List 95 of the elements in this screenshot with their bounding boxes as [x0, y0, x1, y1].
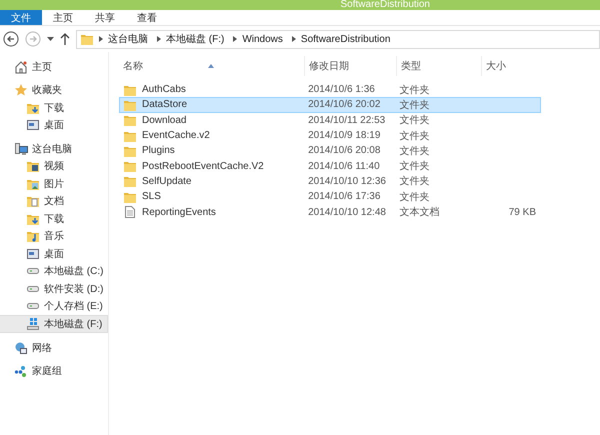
modified-date: 2014/10/9 18:19: [308, 130, 380, 142]
sidebar-item[interactable]: 软件安装 (D:): [0, 280, 108, 298]
file-name: ReportingEvents: [142, 206, 216, 218]
file-row[interactable]: AuthCabs 2014/10/6 1:36 文件夹: [119, 82, 541, 98]
file-name: Plugins: [142, 145, 175, 156]
chevron-icon: [233, 36, 238, 42]
file-type: 文件夹: [400, 144, 430, 158]
ribbon-tab[interactable]: 查看: [126, 10, 168, 25]
sidebar-item[interactable]: 这台电脑: [0, 140, 108, 158]
computer-icon: [14, 142, 28, 156]
file-row[interactable]: ReportingEvents 2014/10/10 12:48 文本文档 79 KB: [119, 204, 541, 220]
file-row[interactable]: EventCache.v2 2014/10/9 18:19 文件夹: [119, 128, 541, 144]
desktop-icon: [26, 246, 40, 261]
modified-date: 2014/10/6 11:40: [308, 160, 380, 172]
up-arrow-icon[interactable]: [60, 33, 70, 45]
ribbon-tab[interactable]: 主页: [42, 10, 84, 25]
column-header[interactable]: 大小: [482, 56, 541, 76]
sidebar-item[interactable]: 图片: [0, 175, 108, 192]
file-type: 文本文档: [400, 206, 440, 220]
sidebar-item[interactable]: 收藏夹: [0, 82, 108, 99]
video-folder-icon: [26, 159, 40, 174]
file-name: SLS: [142, 191, 161, 202]
file-name: SelfUpdate: [142, 176, 192, 187]
breadcrumb-link[interactable]: 这台电脑: [108, 32, 152, 46]
column-header[interactable]: 修改日期: [305, 56, 397, 76]
sidebar-item[interactable]: 桌面: [0, 245, 108, 262]
document-folder-icon: [26, 194, 40, 208]
network-icon: [14, 340, 28, 355]
file-row[interactable]: PostRebootEventCache.V2 2014/10/6 11:40 文件夹: [119, 158, 541, 174]
address-bar[interactable]: 这台电脑 本地磁盘 (F:) Windows SoftwareDistribution: [76, 30, 600, 48]
sidebar-item[interactable]: 桌面: [0, 116, 108, 134]
file-name: EventCache.v2: [142, 130, 210, 142]
windows-drive-icon: [26, 317, 40, 331]
file-type: 文件夹: [400, 114, 430, 128]
desktop-icon: [26, 118, 40, 132]
folder-icon: [123, 113, 137, 128]
sidebar-item[interactable]: 网络: [0, 339, 108, 356]
file-type: 文件夹: [400, 84, 430, 97]
sidebar-item[interactable]: 主页: [0, 58, 108, 76]
back-button[interactable]: [3, 31, 19, 47]
sort-arrow-icon: [208, 64, 214, 68]
breadcrumb-link[interactable]: Windows: [242, 34, 287, 44]
document-icon: [123, 205, 137, 220]
file-name: PostRebootEventCache.V2: [142, 160, 264, 172]
sidebar-item[interactable]: 家庭组: [0, 362, 108, 380]
sidebar-item[interactable]: 视频: [0, 158, 108, 175]
window-title: SoftwareDistribution: [340, 0, 430, 10]
modified-date: 2014/10/6 20:02: [308, 99, 380, 110]
ribbon-tab[interactable]: 共享: [84, 10, 126, 25]
file-size: 79 KB: [508, 206, 536, 218]
chevron-icon: [157, 36, 161, 42]
music-folder-icon: [26, 229, 40, 244]
sidebar-item[interactable]: 下载: [0, 210, 108, 228]
file-name: Download: [142, 114, 186, 126]
file-row[interactable]: SelfUpdate 2014/10/10 12:36 文件夹: [119, 174, 541, 190]
file-type: 文件夹: [400, 98, 430, 112]
sidebar-item[interactable]: 音乐: [0, 228, 108, 245]
file-type: 文件夹: [400, 130, 430, 143]
sidebar-item[interactable]: 本地磁盘 (F:): [0, 315, 108, 333]
file-name: AuthCabs: [142, 84, 186, 96]
sidebar-item[interactable]: 本地磁盘 (C:): [0, 262, 108, 280]
caret-icon[interactable]: [47, 37, 54, 41]
star-icon: [14, 83, 28, 98]
file-row[interactable]: SLS 2014/10/6 17:36 文件夹: [119, 189, 541, 204]
folder-icon: [80, 32, 94, 46]
file-type: 文件夹: [400, 160, 430, 174]
sidebar-item[interactable]: 文档: [0, 192, 108, 210]
homegroup-icon: [14, 364, 28, 378]
folder-icon: [123, 174, 137, 188]
file-name: DataStore: [142, 99, 188, 110]
file-row[interactable]: Plugins 2014/10/6 20:08 文件夹: [119, 143, 541, 158]
modified-date: 2014/10/10 12:36: [308, 176, 386, 187]
modified-date: 2014/10/11 22:53: [308, 114, 386, 126]
home-icon: [14, 60, 28, 74]
breadcrumb-link[interactable]: SoftwareDistribution: [300, 34, 394, 44]
drive-icon: [26, 303, 40, 310]
file-type: 文件夹: [400, 190, 430, 204]
ribbon-tab[interactable]: 文件: [0, 10, 42, 25]
modified-date: 2014/10/10 12:48: [308, 206, 386, 218]
sidebar-item[interactable]: 个人存档 (E:): [0, 298, 108, 315]
sidebar-item[interactable]: 下载: [0, 99, 108, 116]
selected-file-row[interactable]: DataStore 2014/10/6 20:02 文件夹: [119, 97, 541, 113]
drive-icon: [26, 268, 40, 274]
column-header[interactable]: 名称: [119, 56, 305, 76]
drive-icon: [26, 286, 40, 292]
chevron-icon: [99, 36, 103, 42]
modified-date: 2014/10/6 17:36: [308, 191, 380, 202]
breadcrumb-link[interactable]: 本地磁盘 (F:): [166, 32, 228, 46]
file-row[interactable]: Download 2014/10/11 22:53 文件夹: [119, 112, 541, 128]
chevron-icon: [292, 36, 296, 42]
modified-date: 2014/10/6 1:36: [308, 84, 375, 96]
modified-date: 2014/10/6 20:08: [308, 145, 380, 156]
folder-icon: [123, 159, 137, 174]
column-header[interactable]: 类型: [397, 56, 482, 76]
file-type: 文件夹: [400, 174, 430, 188]
